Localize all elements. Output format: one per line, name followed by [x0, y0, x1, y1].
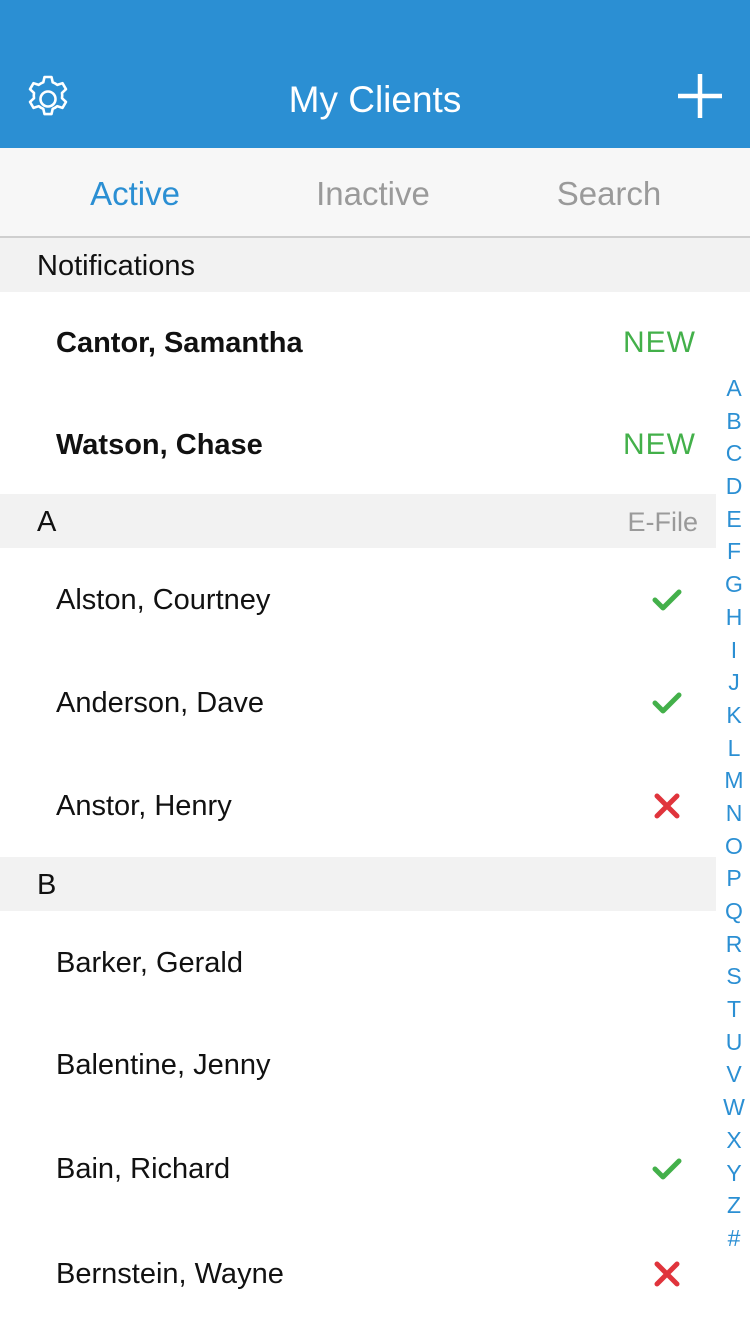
index-letter[interactable]: A — [718, 372, 750, 405]
client-name: Anstor, Henry — [56, 790, 232, 822]
client-row[interactable]: Bain, Richard — [0, 1118, 716, 1220]
index-letter[interactable]: F — [718, 535, 750, 568]
index-letter[interactable]: K — [718, 699, 750, 732]
check-icon — [652, 692, 682, 714]
section-letter: A — [37, 506, 57, 538]
alphabet-index[interactable]: A B C D E F G H I J K L M N O P Q R S T U V W X Y Z # — [718, 372, 750, 1255]
index-letter[interactable]: G — [718, 568, 750, 601]
index-letter[interactable]: Z — [718, 1189, 750, 1222]
index-letter[interactable]: Q — [718, 895, 750, 928]
client-name: Bain, Richard — [56, 1153, 231, 1185]
plus-icon[interactable] — [674, 70, 726, 122]
client-row[interactable]: Bernstein, Wayne — [0, 1223, 716, 1325]
client-name: Alston, Courtney — [56, 584, 271, 616]
client-name: Watson, Chase — [56, 429, 263, 461]
client-row[interactable]: Anstor, Henry — [0, 755, 716, 857]
efile-column-label: E-File — [627, 507, 698, 537]
index-letter[interactable]: V — [718, 1058, 750, 1091]
index-letter[interactable]: U — [718, 1026, 750, 1059]
client-row[interactable]: Balentine, Jenny — [0, 1014, 716, 1116]
client-row[interactable]: Barker, Gerald — [0, 912, 716, 1014]
section-letter: B — [37, 869, 57, 901]
tab-search[interactable]: Search — [484, 148, 734, 236]
client-name: Balentine, Jenny — [56, 1049, 271, 1081]
index-letter[interactable]: X — [718, 1124, 750, 1157]
tab-active[interactable]: Active — [10, 148, 260, 236]
index-letter[interactable]: L — [718, 732, 750, 765]
navigation-bar: My Clients — [0, 0, 750, 148]
notification-row[interactable]: Cantor, Samantha NEW — [0, 292, 716, 394]
index-letter[interactable]: J — [718, 666, 750, 699]
index-letter[interactable]: C — [718, 437, 750, 470]
tab-inactive[interactable]: Inactive — [248, 148, 498, 236]
index-letter[interactable]: # — [718, 1222, 750, 1255]
client-row[interactable]: Alston, Courtney — [0, 549, 716, 651]
client-name: Cantor, Samantha — [56, 327, 303, 359]
index-letter[interactable]: H — [718, 601, 750, 634]
client-name: Anderson, Dave — [56, 687, 264, 719]
check-icon — [652, 589, 682, 611]
check-icon — [652, 1158, 682, 1180]
section-header-b: B — [0, 857, 716, 911]
index-letter[interactable]: P — [718, 862, 750, 895]
index-letter[interactable]: S — [718, 960, 750, 993]
index-letter[interactable]: O — [718, 830, 750, 863]
index-letter[interactable]: R — [718, 928, 750, 961]
cross-icon — [654, 793, 680, 819]
index-letter[interactable]: E — [718, 503, 750, 536]
index-letter[interactable]: Y — [718, 1157, 750, 1190]
notification-row[interactable]: Watson, Chase NEW — [0, 394, 716, 496]
index-letter[interactable]: I — [718, 634, 750, 667]
section-title: Notifications — [37, 250, 195, 282]
index-letter[interactable]: N — [718, 797, 750, 830]
index-letter[interactable]: B — [718, 405, 750, 438]
tab-bar: Active Inactive Search — [0, 148, 750, 238]
section-header-notifications: Notifications — [0, 238, 750, 292]
index-letter[interactable]: T — [718, 993, 750, 1026]
section-header-a: A E-File — [0, 494, 716, 548]
index-letter[interactable]: D — [718, 470, 750, 503]
client-row[interactable]: Anderson, Dave — [0, 652, 716, 754]
index-letter[interactable]: M — [718, 764, 750, 797]
new-badge: NEW — [623, 428, 696, 461]
index-letter[interactable]: W — [718, 1091, 750, 1124]
cross-icon — [654, 1261, 680, 1287]
client-name: Barker, Gerald — [56, 947, 243, 979]
new-badge: NEW — [623, 326, 696, 359]
client-name: Bernstein, Wayne — [56, 1258, 284, 1290]
page-title: My Clients — [288, 79, 462, 120]
